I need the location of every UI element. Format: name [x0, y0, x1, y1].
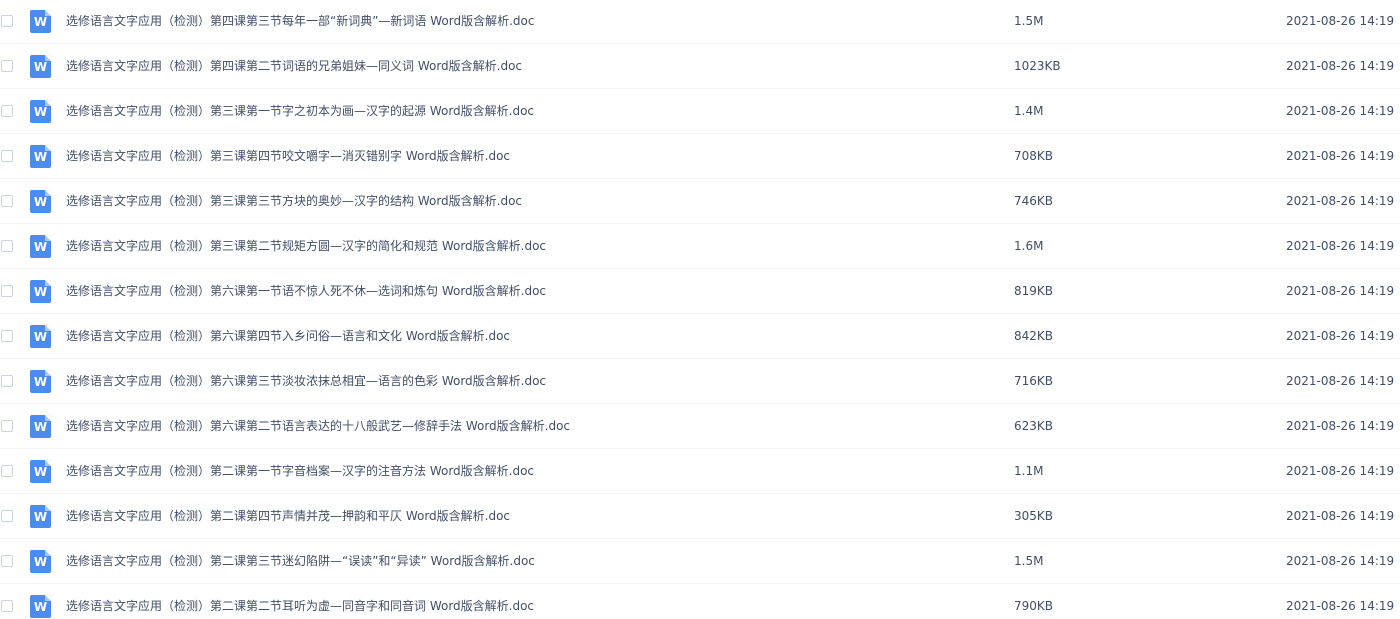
- word-doc-icon: W: [30, 595, 51, 618]
- row-checkbox[interactable]: [1, 375, 13, 387]
- file-size: 623KB: [1014, 419, 1054, 433]
- row-checkbox[interactable]: [1, 555, 13, 567]
- file-modified-date: 2021-08-26 14:19: [1286, 149, 1395, 163]
- file-modified-date: 2021-08-26 14:19: [1286, 14, 1395, 28]
- word-doc-icon: W: [30, 280, 51, 303]
- word-doc-icon: W: [30, 505, 51, 528]
- row-checkbox[interactable]: [1, 420, 13, 432]
- word-doc-icon: W: [30, 325, 51, 348]
- file-modified-date: 2021-08-26 14:19: [1286, 554, 1395, 568]
- word-doc-icon: W: [30, 10, 51, 33]
- row-checkbox[interactable]: [1, 510, 13, 522]
- file-size: 1.4M: [1014, 104, 1044, 118]
- word-doc-icon: W: [30, 235, 51, 258]
- file-size: 842KB: [1014, 329, 1054, 343]
- row-checkbox[interactable]: [1, 195, 13, 207]
- row-checkbox[interactable]: [1, 285, 13, 297]
- file-modified-date: 2021-08-26 14:19: [1286, 374, 1395, 388]
- file-row[interactable]: W 选修语言文字应用（检测）第三课第一节字之初本为画—汉字的起源 Word版含解…: [0, 89, 1400, 134]
- file-name[interactable]: 选修语言文字应用（检测）第二课第一节字音档案—汉字的注音方法 Word版含解析.…: [66, 449, 534, 493]
- file-modified-date: 2021-08-26 14:19: [1286, 464, 1395, 478]
- word-doc-icon: W: [30, 415, 51, 438]
- word-doc-icon: W: [30, 550, 51, 573]
- word-doc-icon: W: [30, 145, 51, 168]
- file-row[interactable]: W 选修语言文字应用（检测）第三课第四节咬文嚼字—消灭错别字 Word版含解析.…: [0, 134, 1400, 179]
- file-size: 746KB: [1014, 194, 1054, 208]
- row-checkbox[interactable]: [1, 465, 13, 477]
- file-name[interactable]: 选修语言文字应用（检测）第六课第三节淡妆浓抹总相宜—语言的色彩 Word版含解析…: [66, 359, 546, 403]
- file-size: 305KB: [1014, 509, 1054, 523]
- row-checkbox[interactable]: [1, 240, 13, 252]
- word-doc-icon: W: [30, 370, 51, 393]
- file-size: 1.5M: [1014, 14, 1044, 28]
- file-name[interactable]: 选修语言文字应用（检测）第二课第二节耳听为虚—同音字和同音词 Word版含解析.…: [66, 584, 534, 619]
- file-name[interactable]: 选修语言文字应用（检测）第二课第四节声情并茂—押韵和平仄 Word版含解析.do…: [66, 494, 510, 538]
- file-name[interactable]: 选修语言文字应用（检测）第三课第一节字之初本为画—汉字的起源 Word版含解析.…: [66, 89, 534, 133]
- word-doc-icon: W: [30, 55, 51, 78]
- file-row[interactable]: W 选修语言文字应用（检测）第三课第二节规矩方圆—汉字的简化和规范 Word版含…: [0, 224, 1400, 269]
- file-name[interactable]: 选修语言文字应用（检测）第四课第二节词语的兄弟姐妹—同义词 Word版含解析.d…: [66, 44, 522, 88]
- file-size: 708KB: [1014, 149, 1054, 163]
- file-modified-date: 2021-08-26 14:19: [1286, 599, 1395, 613]
- file-size: 1.5M: [1014, 554, 1044, 568]
- file-modified-date: 2021-08-26 14:19: [1286, 419, 1395, 433]
- file-modified-date: 2021-08-26 14:19: [1286, 329, 1395, 343]
- file-name[interactable]: 选修语言文字应用（检测）第三课第四节咬文嚼字—消灭错别字 Word版含解析.do…: [66, 134, 510, 178]
- file-row[interactable]: W 选修语言文字应用（检测）第三课第三节方块的奥妙—汉字的结构 Word版含解析…: [0, 179, 1400, 224]
- row-checkbox[interactable]: [1, 60, 13, 72]
- file-row[interactable]: W 选修语言文字应用（检测）第二课第二节耳听为虚—同音字和同音词 Word版含解…: [0, 584, 1400, 619]
- file-size: 1.6M: [1014, 239, 1044, 253]
- row-checkbox[interactable]: [1, 330, 13, 342]
- file-modified-date: 2021-08-26 14:19: [1286, 59, 1395, 73]
- file-name[interactable]: 选修语言文字应用（检测）第六课第二节语言表达的十八般武艺—修辞手法 Word版含…: [66, 404, 570, 448]
- file-row[interactable]: W 选修语言文字应用（检测）第二课第三节迷幻陷阱—“误读”和“异读” Word版…: [0, 539, 1400, 584]
- word-doc-icon: W: [30, 100, 51, 123]
- file-row[interactable]: W 选修语言文字应用（检测）第六课第二节语言表达的十八般武艺—修辞手法 Word…: [0, 404, 1400, 449]
- file-size: 1.1M: [1014, 464, 1044, 478]
- file-size: 790KB: [1014, 599, 1054, 613]
- row-checkbox[interactable]: [1, 105, 13, 117]
- file-row[interactable]: W 选修语言文字应用（检测）第二课第一节字音档案—汉字的注音方法 Word版含解…: [0, 449, 1400, 494]
- file-row[interactable]: W 选修语言文字应用（检测）第六课第三节淡妆浓抹总相宜—语言的色彩 Word版含…: [0, 359, 1400, 404]
- file-name[interactable]: 选修语言文字应用（检测）第二课第三节迷幻陷阱—“误读”和“异读” Word版含解…: [66, 539, 535, 583]
- file-row[interactable]: W 选修语言文字应用（检测）第六课第一节语不惊人死不休—选词和炼句 Word版含…: [0, 269, 1400, 314]
- file-row[interactable]: W 选修语言文字应用（检测）第二课第四节声情并茂—押韵和平仄 Word版含解析.…: [0, 494, 1400, 539]
- row-checkbox[interactable]: [1, 15, 13, 27]
- word-doc-icon: W: [30, 190, 51, 213]
- row-checkbox[interactable]: [1, 600, 13, 612]
- file-size: 716KB: [1014, 374, 1054, 388]
- file-list: W 选修语言文字应用（检测）第四课第三节每年一部“新词典”—新词语 Word版含…: [0, 0, 1400, 618]
- file-size: 1023KB: [1014, 59, 1061, 73]
- row-checkbox[interactable]: [1, 150, 13, 162]
- file-name[interactable]: 选修语言文字应用（检测）第六课第四节入乡问俗—语言和文化 Word版含解析.do…: [66, 314, 510, 358]
- word-doc-icon: W: [30, 460, 51, 483]
- file-name[interactable]: 选修语言文字应用（检测）第四课第三节每年一部“新词典”—新词语 Word版含解析…: [66, 0, 534, 43]
- file-name[interactable]: 选修语言文字应用（检测）第六课第一节语不惊人死不休—选词和炼句 Word版含解析…: [66, 269, 546, 313]
- file-modified-date: 2021-08-26 14:19: [1286, 194, 1395, 208]
- file-modified-date: 2021-08-26 14:19: [1286, 239, 1395, 253]
- file-size: 819KB: [1014, 284, 1054, 298]
- file-name[interactable]: 选修语言文字应用（检测）第三课第三节方块的奥妙—汉字的结构 Word版含解析.d…: [66, 179, 522, 223]
- file-modified-date: 2021-08-26 14:19: [1286, 284, 1395, 298]
- file-row[interactable]: W 选修语言文字应用（检测）第四课第三节每年一部“新词典”—新词语 Word版含…: [0, 0, 1400, 44]
- file-row[interactable]: W 选修语言文字应用（检测）第四课第二节词语的兄弟姐妹—同义词 Word版含解析…: [0, 44, 1400, 89]
- file-row[interactable]: W 选修语言文字应用（检测）第六课第四节入乡问俗—语言和文化 Word版含解析.…: [0, 314, 1400, 359]
- file-modified-date: 2021-08-26 14:19: [1286, 104, 1395, 118]
- file-modified-date: 2021-08-26 14:19: [1286, 509, 1395, 523]
- file-name[interactable]: 选修语言文字应用（检测）第三课第二节规矩方圆—汉字的简化和规范 Word版含解析…: [66, 224, 546, 268]
